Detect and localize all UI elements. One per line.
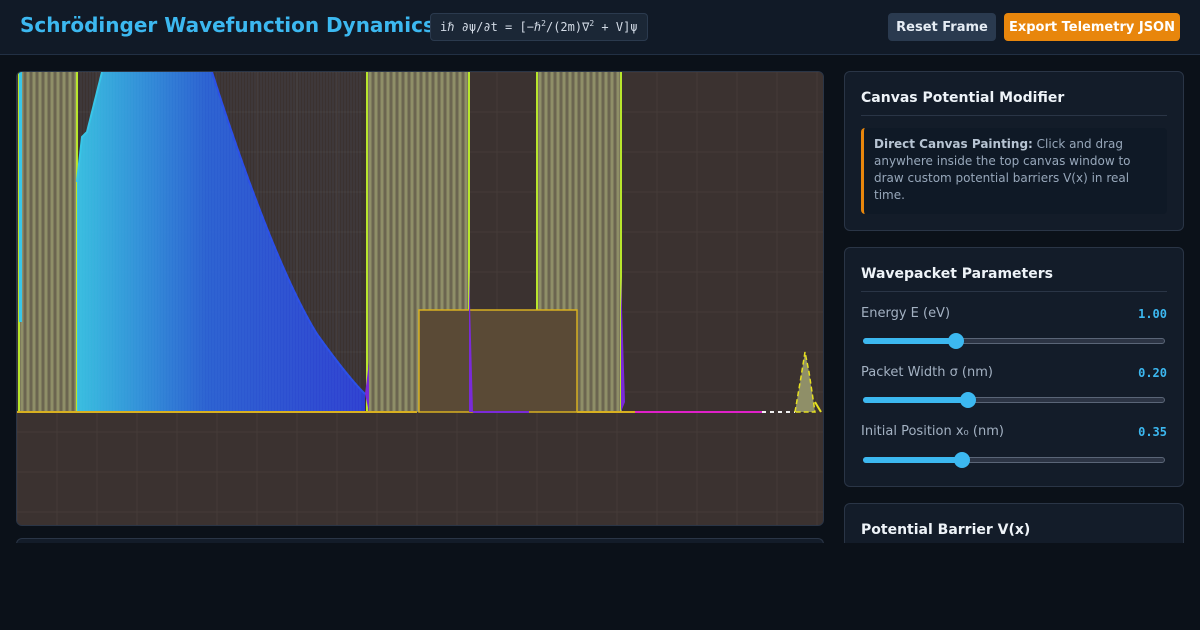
equation-part-3: + V]ψ: [594, 20, 638, 34]
reset-frame-button[interactable]: Reset Frame: [888, 13, 996, 41]
energy-label: Energy E (eV): [861, 306, 951, 321]
export-telemetry-button[interactable]: Export Telemetry JSON: [1004, 13, 1180, 41]
simulation-canvas[interactable]: [16, 71, 824, 526]
painting-hint: Direct Canvas Painting: Click and drag a…: [861, 128, 1167, 214]
painting-hint-label: Direct Canvas Painting:: [874, 137, 1033, 151]
card-divider: [861, 291, 1167, 292]
slider-fill: [863, 397, 970, 403]
canvas-modifier-title: Canvas Potential Modifier: [861, 90, 1065, 106]
equation-part-2: /(2m)∇: [545, 20, 590, 34]
schrodinger-equation: iℏ ∂ψ/∂t = [−ℏ2/(2m)∇2 + V]ψ: [430, 13, 648, 41]
initial-position-label: Initial Position x₀ (nm): [861, 424, 1004, 439]
packet-width-label: Packet Width σ (nm): [861, 365, 993, 380]
initial-position-slider[interactable]: [861, 452, 1167, 468]
energy-value: 1.00: [1138, 307, 1167, 321]
slider-fill: [863, 338, 958, 344]
canvas-modifier-card: Canvas Potential Modifier Direct Canvas …: [844, 71, 1184, 231]
potential-well-zone: [418, 309, 578, 413]
app-title: Schrödinger Wavefunction Dynamics: [20, 13, 435, 37]
energy-slider[interactable]: [861, 333, 1167, 349]
wall-left: [19, 72, 22, 322]
slider-thumb[interactable]: [953, 452, 970, 468]
wavepacket-parameters-card: Wavepacket Parameters Energy E (eV) 1.00…: [844, 247, 1184, 487]
wavefunction-plot[interactable]: [17, 72, 823, 525]
slider-fill: [863, 457, 964, 463]
viewport-bottom: [0, 543, 1200, 630]
packet-width-slider[interactable]: [861, 392, 1167, 408]
slider-thumb[interactable]: [959, 392, 976, 408]
wavepacket-parameters-title: Wavepacket Parameters: [861, 266, 1053, 282]
potential-barrier-title: Potential Barrier V(x): [861, 522, 1031, 538]
slider-thumb[interactable]: [948, 333, 964, 349]
app-header: Schrödinger Wavefunction Dynamics iℏ ∂ψ/…: [0, 0, 1200, 55]
equation-part-1: iℏ ∂ψ/∂t = [−ℏ: [440, 20, 542, 34]
initial-position-value: 0.35: [1138, 425, 1167, 439]
card-divider: [861, 115, 1167, 116]
packet-width-value: 0.20: [1138, 366, 1167, 380]
